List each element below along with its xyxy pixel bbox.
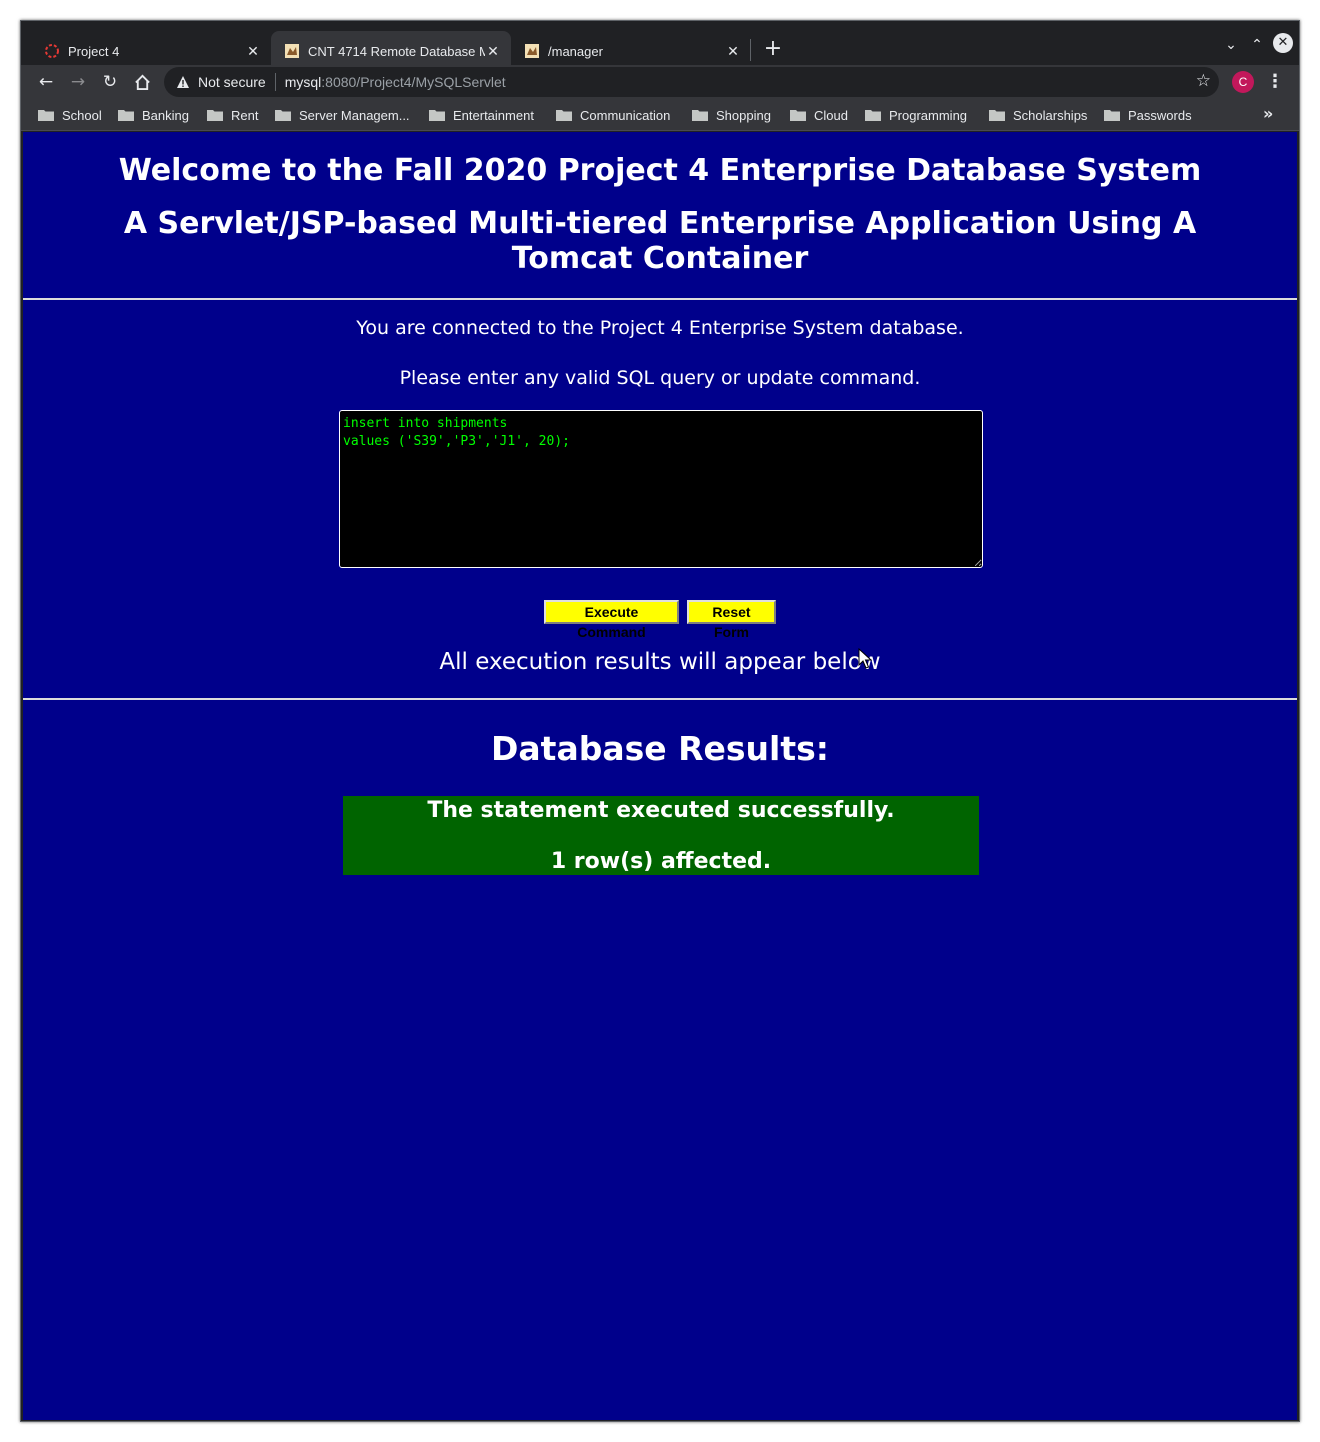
page-viewport: Welcome to the Fall 2020 Project 4 Enter… [23, 132, 1297, 1420]
forward-arrow-icon[interactable]: → [66, 70, 90, 94]
bookmark-programming[interactable]: Programming [865, 106, 967, 124]
bookmark-cloud[interactable]: Cloud [790, 106, 848, 124]
maximize-icon[interactable]: ⌃ [1245, 33, 1269, 57]
address-bar[interactable]: Not secure mysql:8080/Project4/MySQLServ… [164, 67, 1219, 97]
bookmark-label: Rent [231, 107, 259, 123]
url-path: :8080/Project4/MySQLServlet [321, 74, 506, 90]
home-icon[interactable] [130, 70, 154, 94]
results-note: All execution results will appear below [439, 649, 881, 675]
reset-form-button[interactable]: Reset Form [687, 600, 776, 640]
connection-status-text: You are connected to the Project 4 Enter… [356, 317, 964, 339]
page-title: Welcome to the Fall 2020 Project 4 Enter… [118, 153, 1202, 188]
rows-affected-text: 1 row(s) affected. [550, 849, 772, 874]
tomcat-icon [525, 44, 539, 58]
browser-toolbar: ← → ↻ Not secure mysql:8080/Project4/MyS… [21, 65, 1299, 99]
folder-icon [556, 110, 572, 121]
results-heading: Database Results: [491, 729, 829, 768]
folder-icon [989, 110, 1005, 121]
bookmark-label: Passwords [1128, 107, 1192, 123]
tab-separator [750, 39, 751, 61]
star-icon[interactable]: ☆ [1196, 71, 1211, 91]
folder-icon [1104, 110, 1120, 121]
result-panel: The statement executed successfully. 1 r… [343, 796, 979, 875]
bookmark-label: School [62, 107, 102, 123]
bookmark-label: Entertainment [453, 107, 534, 123]
bookmark-shopping[interactable]: Shopping [692, 106, 771, 124]
omnibox-divider [274, 73, 276, 91]
kebab-menu-icon[interactable]: ⋮ [1264, 70, 1286, 94]
warning-icon [177, 76, 189, 88]
bookmark-passwords[interactable]: Passwords [1104, 106, 1192, 124]
close-icon[interactable]: ✕ [725, 43, 741, 60]
tomcat-icon [285, 44, 299, 58]
spinner-icon [45, 44, 59, 58]
bookmark-server-management[interactable]: Server Managem... [275, 106, 410, 124]
close-icon[interactable]: ✕ [245, 43, 261, 60]
folder-icon [429, 110, 445, 121]
back-arrow-icon[interactable]: ← [34, 70, 58, 94]
bookmark-label: Server Managem... [299, 107, 410, 123]
result-status-text: The statement executed successfully. [427, 798, 895, 823]
folder-icon [118, 110, 134, 121]
folder-icon [865, 110, 881, 121]
sql-command-input[interactable] [339, 410, 983, 568]
folder-icon [790, 110, 806, 121]
bookmark-rent[interactable]: Rent [207, 106, 258, 124]
bookmark-label: Banking [142, 107, 189, 123]
bookmark-communication[interactable]: Communication [556, 106, 670, 124]
bookmark-label: Shopping [716, 107, 771, 123]
divider [23, 698, 1297, 700]
tab-search-icon[interactable]: ⌄ [1219, 33, 1243, 57]
bookmark-scholarships[interactable]: Scholarships [989, 106, 1087, 124]
mouse-pointer-icon [858, 648, 872, 669]
window-close-icon[interactable]: ✕ [1273, 33, 1293, 53]
double-chevron-right-icon[interactable]: » [1263, 104, 1273, 123]
bookmark-banking[interactable]: Banking [118, 106, 189, 124]
bookmark-entertainment[interactable]: Entertainment [429, 106, 534, 124]
folder-icon [692, 110, 708, 121]
bookmark-label: Communication [580, 107, 671, 123]
folder-icon [38, 110, 54, 121]
divider [23, 298, 1297, 300]
close-icon[interactable]: ✕ [485, 43, 501, 60]
bookmarks-bar: School Banking Rent Server Managem... En… [21, 99, 1299, 131]
page-subtitle: A Servlet/JSP-based Multi-tiered Enterpr… [123, 206, 1197, 276]
instruction-text: Please enter any valid SQL query or upda… [399, 367, 921, 389]
bookmark-school[interactable]: School [38, 106, 102, 124]
profile-avatar[interactable]: C [1232, 71, 1254, 93]
tab-strip: Project 4 ✕ CNT 4714 Remote Database M ✕… [21, 21, 1299, 71]
execute-command-button[interactable]: Execute Command [544, 600, 679, 640]
tab-title: Project 4 [68, 43, 120, 59]
bookmark-label: Scholarships [1013, 107, 1088, 123]
bookmark-label: Cloud [814, 107, 848, 123]
new-tab-button[interactable]: + [759, 35, 787, 63]
browser-window: Project 4 ✕ CNT 4714 Remote Database M ✕… [20, 20, 1300, 1422]
tab-title: CNT 4714 Remote Database M [308, 43, 485, 59]
not-secure-label[interactable]: Not secure [198, 74, 266, 90]
bookmark-label: Programming [889, 107, 968, 123]
folder-icon [275, 110, 291, 121]
url-host: mysql [284, 74, 322, 90]
reload-icon[interactable]: ↻ [98, 70, 122, 94]
folder-icon [207, 110, 223, 121]
tab-title: /manager [548, 43, 603, 59]
